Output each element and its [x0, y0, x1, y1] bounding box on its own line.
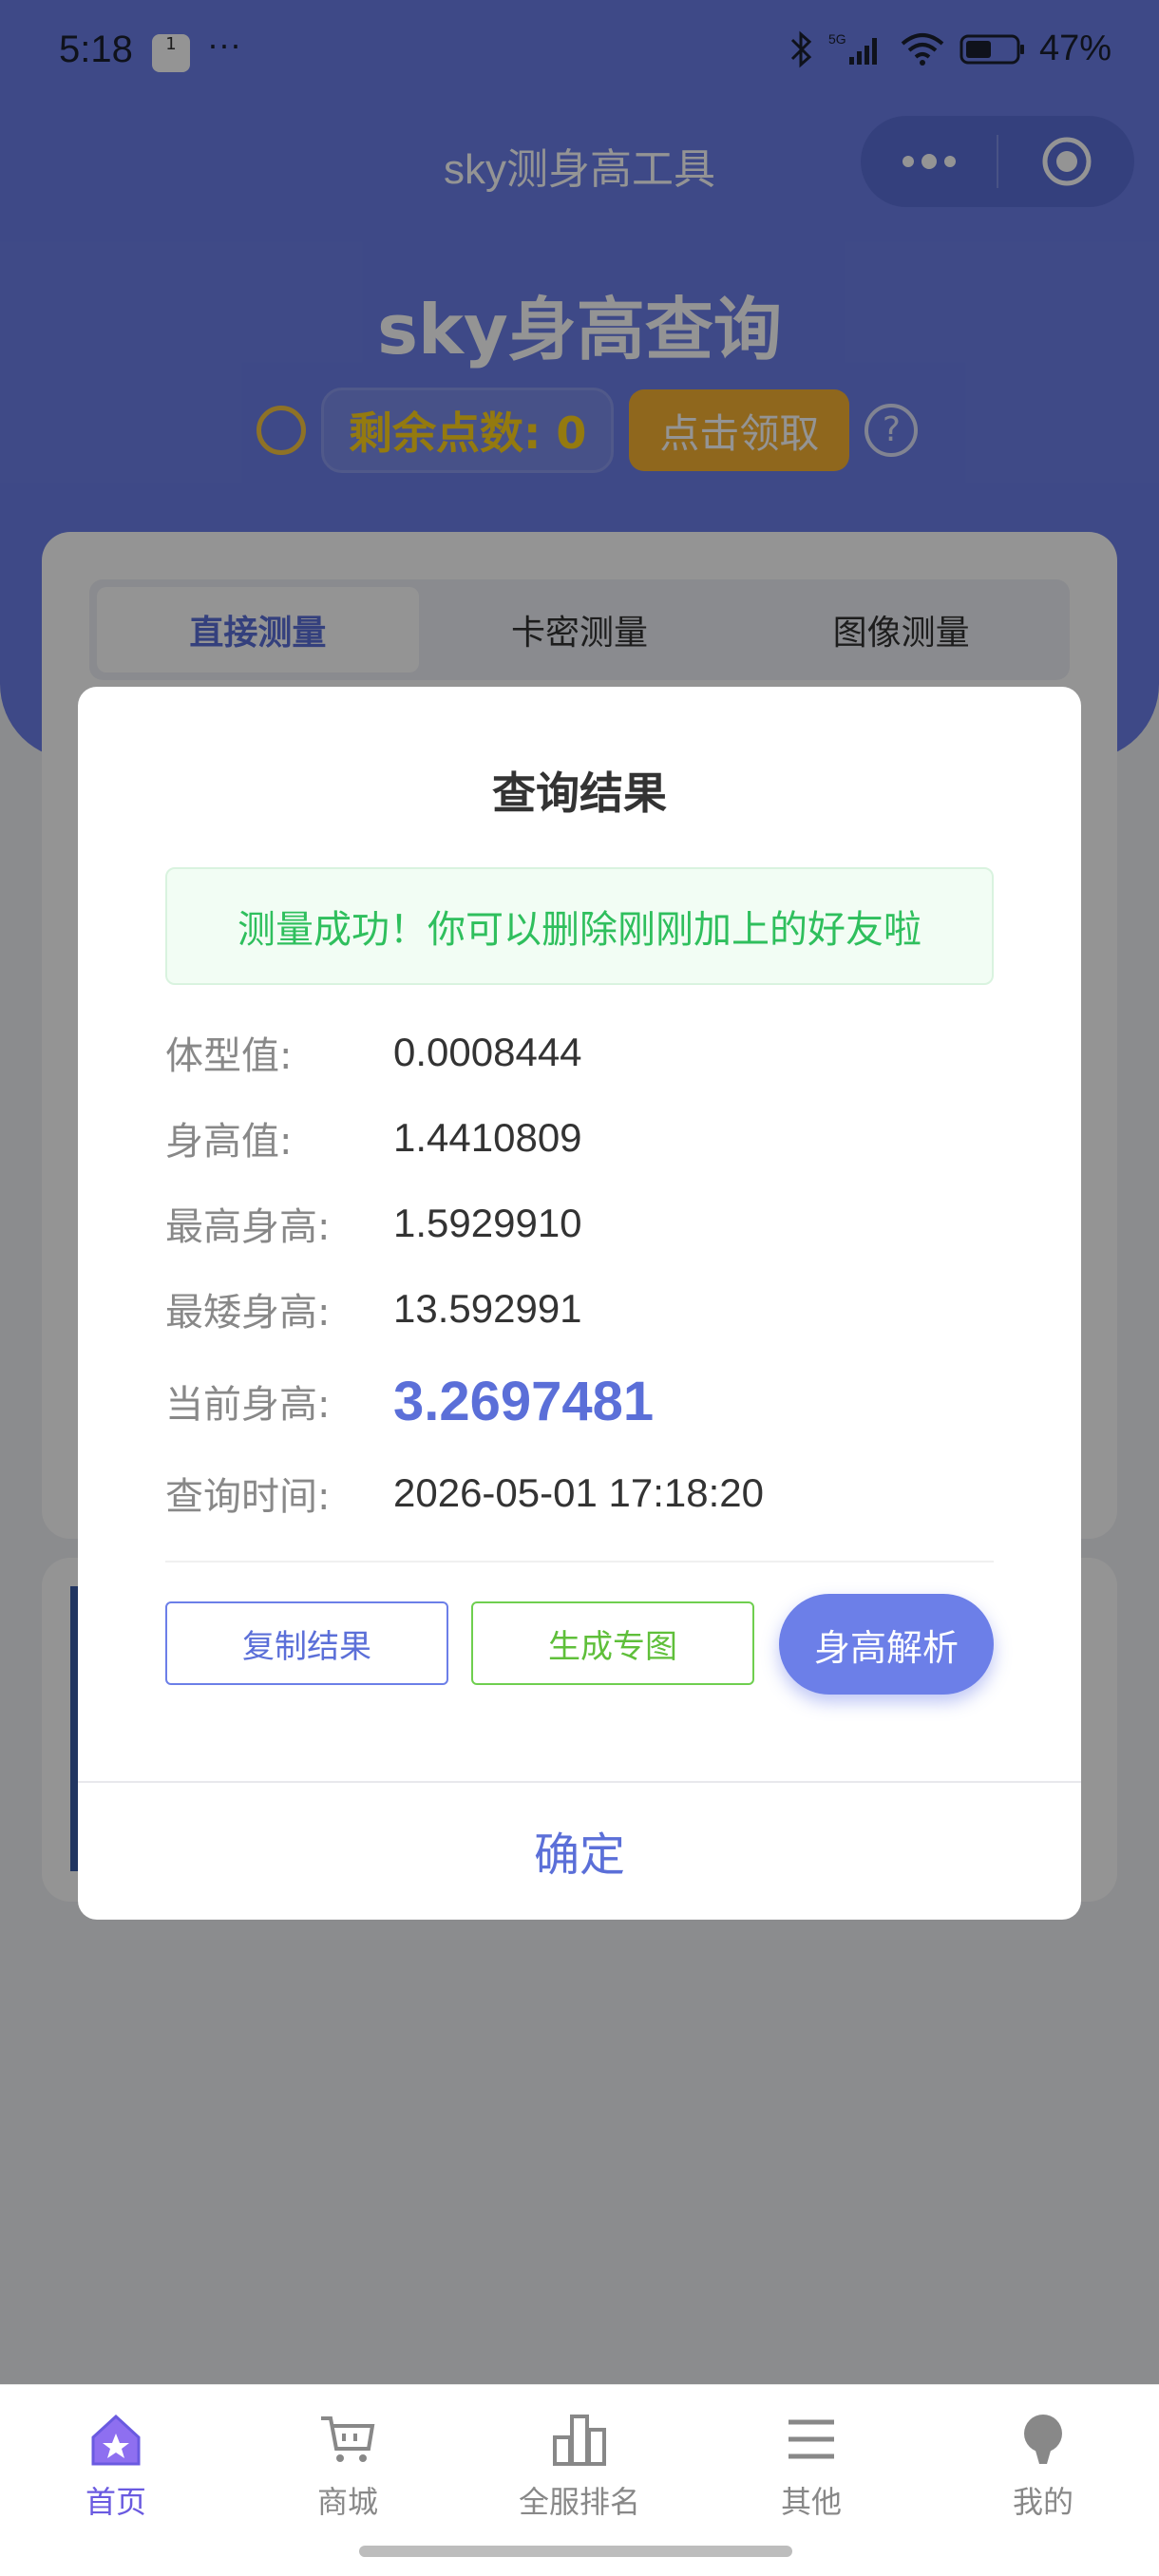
confirm-button[interactable]: 确定 [78, 1781, 1081, 1920]
cart-icon [314, 2406, 381, 2472]
tabbar-label: 首页 [85, 2484, 146, 2520]
result-label: 体型值: [165, 1034, 293, 1078]
result-value: 13.592991 [393, 1286, 582, 1331]
ranking-icon [546, 2406, 613, 2472]
tabbar-item-shop[interactable]: 商城 [232, 2385, 464, 2527]
current-height-value: 3.2697481 [393, 1370, 655, 1432]
home-indicator-area [0, 2527, 1159, 2576]
result-row-height-value: 身高值: 1.4410809 [165, 1095, 994, 1181]
result-value: 2026-05-01 17:18:20 [393, 1470, 764, 1515]
tabbar-item-home[interactable]: 首页 [0, 2385, 232, 2527]
bottom-tab-bar: 首页 商城 全服排名 其他 我的 [0, 2384, 1159, 2527]
tabbar-item-other[interactable]: 其他 [695, 2385, 927, 2527]
home-indicator[interactable] [359, 2546, 792, 2557]
dialog-divider [165, 1561, 994, 1563]
result-row-body-value: 体型值: 0.0008444 [165, 1010, 994, 1095]
success-message: 测量成功！你可以删除刚刚加上的好友啦 [165, 867, 994, 985]
result-row-max-height: 最高身高: 1.5929910 [165, 1181, 994, 1266]
copy-result-button[interactable]: 复制结果 [165, 1601, 448, 1685]
result-row-current-height: 当前身高: 3.2697481 [165, 1352, 994, 1450]
height-analysis-button[interactable]: 身高解析 [779, 1594, 994, 1695]
tabbar-item-ranking[interactable]: 全服排名 [464, 2385, 695, 2527]
generate-image-button[interactable]: 生成专图 [471, 1601, 754, 1685]
result-label: 查询时间: [165, 1475, 331, 1519]
result-row-query-time: 查询时间: 2026-05-01 17:18:20 [165, 1450, 994, 1536]
result-row-min-height: 最矮身高: 13.592991 [165, 1266, 994, 1352]
result-label: 最矮身高: [165, 1291, 331, 1335]
menu-icon [778, 2406, 845, 2472]
tabbar-item-profile[interactable]: 我的 [927, 2385, 1159, 2527]
profile-icon [1010, 2406, 1076, 2472]
dialog-actions: 复制结果 生成专图 身高解析 [165, 1594, 994, 1698]
tabbar-label: 全服排名 [518, 2484, 640, 2520]
dialog-title: 查询结果 [492, 767, 667, 819]
result-value: 0.0008444 [393, 1030, 582, 1074]
result-label: 身高值: [165, 1120, 293, 1164]
result-value: 1.5929910 [393, 1201, 582, 1245]
result-label: 当前身高: [165, 1383, 331, 1427]
result-list: 体型值: 0.0008444 身高值: 1.4410809 最高身高: 1.59… [165, 1010, 994, 1536]
home-icon [83, 2406, 149, 2472]
tabbar-label: 商城 [316, 2484, 378, 2520]
result-dialog: 查询结果 测量成功！你可以删除刚刚加上的好友啦 体型值: 0.0008444 身… [78, 687, 1081, 1920]
tabbar-label: 其他 [780, 2484, 842, 2520]
result-value: 1.4410809 [393, 1115, 582, 1160]
tabbar-label: 我的 [1012, 2484, 1074, 2520]
result-label: 最高身高: [165, 1205, 331, 1249]
